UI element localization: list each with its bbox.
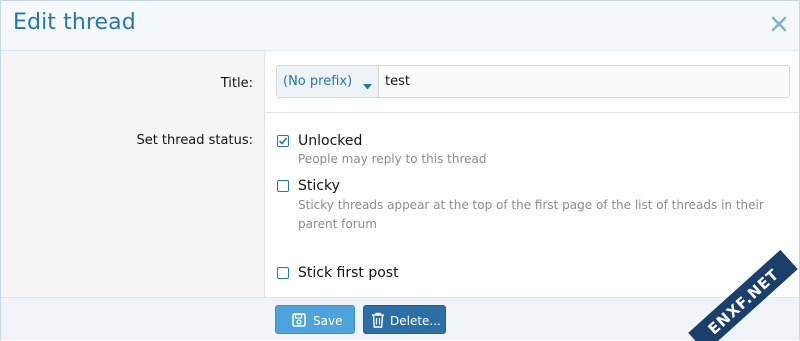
edit-thread-dialog: Edit thread Title: (No prefix) Set threa…: [0, 0, 800, 341]
title-label: Title:: [220, 76, 253, 91]
sticky-checkbox[interactable]: [277, 180, 289, 192]
prefix-dropdown[interactable]: (No prefix): [277, 66, 379, 97]
caret-down-icon: [363, 79, 372, 94]
stick-first-post-label[interactable]: Stick first post: [298, 265, 399, 281]
delete-button[interactable]: Delete...: [363, 305, 446, 334]
dialog-body: Title: (No prefix) Set thread status: Un…: [1, 51, 799, 297]
unlocked-label[interactable]: Unlocked: [298, 133, 362, 149]
delete-label: Delete...: [390, 314, 441, 328]
close-icon[interactable]: [768, 13, 790, 35]
title-input[interactable]: [385, 74, 775, 89]
dialog-header: Edit thread: [1, 1, 799, 51]
stick-first-post-checkbox[interactable]: [277, 267, 289, 279]
sticky-label[interactable]: Sticky: [298, 178, 340, 194]
sticky-hint: Sticky threads appear at the top of the …: [298, 198, 764, 231]
save-label: Save: [313, 314, 343, 328]
status-label: Set thread status:: [136, 133, 253, 148]
checkmark-icon: [278, 137, 288, 145]
dialog-title: Edit thread: [13, 10, 136, 35]
title-field: (No prefix): [276, 65, 790, 98]
unlocked-checkbox[interactable]: [277, 135, 289, 147]
trash-icon: [372, 312, 384, 328]
save-button[interactable]: Save: [275, 305, 355, 334]
prefix-value: (No prefix): [283, 74, 353, 89]
unlocked-hint: People may reply to this thread: [298, 152, 487, 166]
save-icon: [292, 313, 306, 327]
dialog-footer: Save Delete...: [1, 297, 799, 340]
row-divider: [265, 112, 799, 113]
